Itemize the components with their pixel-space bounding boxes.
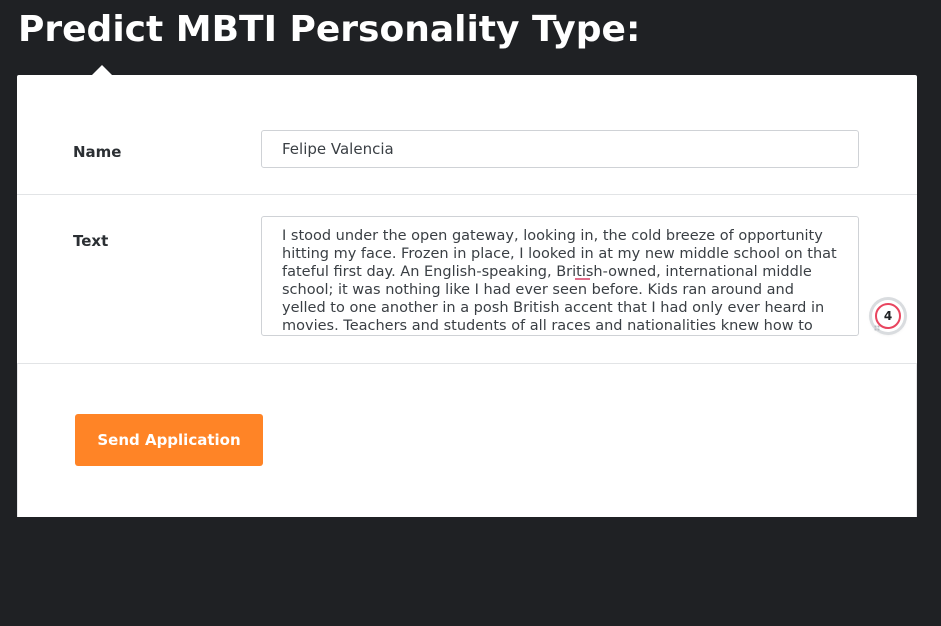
text-label: Text [73,232,109,250]
textarea-resize-grip-icon[interactable] [874,325,880,331]
name-row: Name [17,75,917,195]
text-textarea[interactable]: I stood under the open gateway, looking … [261,216,859,336]
page-title: Predict MBTI Personality Type: [18,9,641,50]
send-application-button[interactable]: Send Application [75,414,263,466]
page: Predict MBTI Personality Type: Name Text… [0,0,941,626]
name-input[interactable] [261,130,859,168]
textarea-content: I stood under the open gateway, looking … [282,228,837,334]
name-label: Name [73,143,122,161]
text-row: Text I stood under the open gateway, loo… [17,195,917,364]
application-form: Name Text I stood under the open gateway… [17,75,917,517]
spelling-underline [575,278,590,280]
actions-row: Send Application [17,364,917,517]
